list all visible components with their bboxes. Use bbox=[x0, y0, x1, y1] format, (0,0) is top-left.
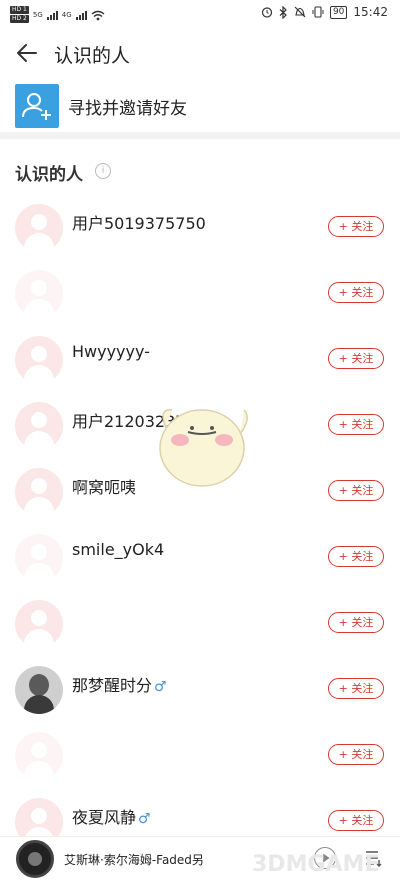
status-bar: HD 1 HD 2 5G 4G 90 15:42 bbox=[0, 0, 400, 28]
user-name bbox=[72, 606, 74, 625]
avatar[interactable] bbox=[15, 204, 63, 252]
follow-button[interactable]: + 关注 bbox=[328, 282, 384, 303]
header: 认识的人 bbox=[0, 30, 400, 76]
follow-button[interactable]: + 关注 bbox=[328, 612, 384, 633]
info-icon[interactable]: i bbox=[95, 163, 111, 179]
user-name: 那梦醒时分 ♂ bbox=[72, 676, 167, 695]
avatar[interactable] bbox=[15, 402, 63, 450]
mascot-icon bbox=[159, 409, 248, 487]
follow-button[interactable]: + 关注 bbox=[328, 546, 384, 567]
invite-friends-row[interactable]: 寻找并邀请好友 bbox=[0, 80, 400, 132]
list-item[interactable]: + 关注 bbox=[0, 268, 400, 334]
status-bar-left: HD 1 HD 2 5G 4G bbox=[10, 6, 105, 24]
user-name bbox=[72, 738, 74, 757]
avatar[interactable] bbox=[15, 600, 63, 648]
section-title: 认识的人 bbox=[15, 165, 83, 185]
user-name: 啊窝呃咦 bbox=[72, 478, 137, 497]
follow-button[interactable]: + 关注 bbox=[328, 744, 384, 765]
follow-button[interactable]: + 关注 bbox=[328, 810, 384, 831]
avatar[interactable] bbox=[15, 666, 63, 714]
alarm-icon bbox=[261, 7, 273, 18]
list-item[interactable]: + 关注 bbox=[0, 730, 400, 796]
bluetooth-icon bbox=[279, 5, 287, 19]
user-name bbox=[72, 276, 74, 295]
network1-label: 5G bbox=[32, 11, 43, 19]
list-item[interactable]: smile_yOk4 + 关注 bbox=[0, 532, 400, 598]
page-title: 认识的人 bbox=[54, 45, 131, 67]
follow-button[interactable]: + 关注 bbox=[328, 480, 384, 501]
section-divider bbox=[0, 132, 400, 139]
network2-label: 4G bbox=[61, 11, 72, 19]
male-icon: ♂ bbox=[154, 679, 167, 695]
mute-icon bbox=[294, 6, 306, 18]
follow-button[interactable]: + 关注 bbox=[328, 348, 384, 369]
player-title: 艾斯琳·索尔海姆-Faded另 bbox=[64, 853, 204, 867]
add-person-icon bbox=[15, 84, 59, 128]
sim-indicator: HD 1 HD 2 bbox=[10, 6, 29, 24]
avatar[interactable] bbox=[15, 534, 63, 582]
battery-indicator: 90 bbox=[329, 5, 348, 19]
avatar[interactable] bbox=[15, 336, 63, 384]
follow-button[interactable]: + 关注 bbox=[328, 216, 384, 237]
user-name: smile_yOk4 bbox=[72, 540, 165, 559]
user-name: 用户5019375750 bbox=[72, 214, 206, 233]
follow-button[interactable]: + 关注 bbox=[328, 414, 384, 435]
list-item[interactable]: + 关注 bbox=[0, 598, 400, 664]
status-time: 15:42 bbox=[353, 5, 388, 19]
signal-icon-2 bbox=[75, 10, 87, 20]
list-item[interactable]: 用户5019375750 + 关注 bbox=[0, 202, 400, 268]
invite-label: 寻找并邀请好友 bbox=[68, 99, 187, 119]
list-item[interactable]: 那梦醒时分 ♂ + 关注 bbox=[0, 664, 400, 730]
sim1-label: HD 1 bbox=[10, 6, 29, 14]
sim2-label: HD 2 bbox=[10, 15, 29, 23]
album-cover[interactable] bbox=[16, 840, 54, 878]
status-bar-right: 90 15:42 bbox=[261, 5, 388, 19]
avatar[interactable] bbox=[15, 270, 63, 318]
vibrate-icon bbox=[312, 6, 324, 18]
wifi-icon bbox=[91, 10, 105, 20]
back-arrow-icon[interactable] bbox=[14, 40, 40, 66]
male-icon: ♂ bbox=[138, 811, 151, 827]
avatar[interactable] bbox=[15, 732, 63, 780]
avatar[interactable] bbox=[15, 468, 63, 516]
user-name: Hwyyyyy- bbox=[72, 342, 150, 361]
signal-icon bbox=[46, 10, 58, 20]
follow-button[interactable]: + 关注 bbox=[328, 678, 384, 699]
user-name: 夜夏风静 ♂ bbox=[72, 808, 151, 827]
watermark-text: 3DMGAME bbox=[252, 852, 380, 877]
